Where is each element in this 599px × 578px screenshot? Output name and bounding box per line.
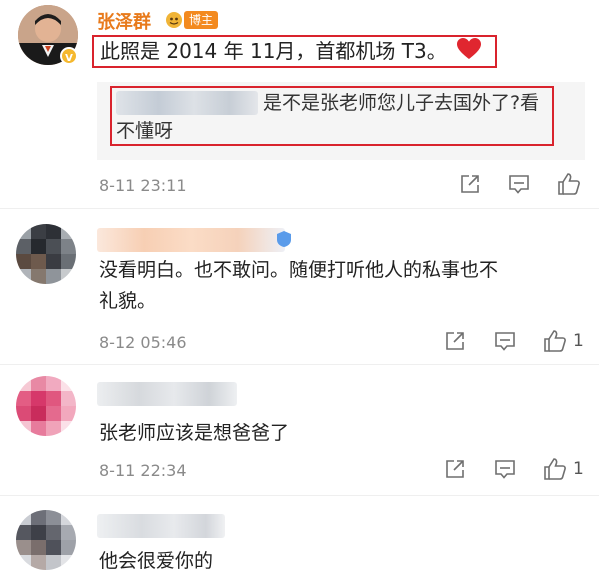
comment-time: 8-12 05:46 xyxy=(99,333,187,352)
share-icon[interactable] xyxy=(458,172,482,196)
like-icon[interactable] xyxy=(542,328,568,354)
comment-text-content: 此照是 2014 年 11月，首都机场 T3。 xyxy=(100,39,447,63)
blogger-badge-label: 博主 xyxy=(184,11,219,29)
red-heart-icon xyxy=(457,38,482,67)
like-count: 1 xyxy=(573,459,584,479)
comment-text: 他会很爱你的 xyxy=(99,550,214,572)
reply-text-content: 是不是张老师您儿子去国外了?看不懂呀 xyxy=(116,92,540,142)
comment-time: 8-11 23:11 xyxy=(99,176,187,195)
avatar[interactable] xyxy=(16,224,76,284)
reply-text: 是不是张老师您儿子去国外了?看不懂呀 xyxy=(116,89,548,145)
share-icon[interactable] xyxy=(443,457,467,481)
comment-icon[interactable] xyxy=(493,457,517,481)
comment-text-line: 礼貌。 xyxy=(99,290,157,312)
share-icon[interactable] xyxy=(443,329,467,353)
blogger-badge: 博主 xyxy=(165,10,219,30)
blogger-badge-icon xyxy=(165,11,183,29)
comment-text: 张老师应该是想爸爸了 xyxy=(99,422,290,444)
comment-text: 没看明白。也不敢问。随便打听他人的私事也不 礼貌。 xyxy=(99,255,579,317)
author-name-blurred[interactable] xyxy=(97,382,237,406)
like-icon[interactable] xyxy=(556,171,582,197)
author-name[interactable]: 张泽群 xyxy=(97,8,151,34)
comment-icon[interactable] xyxy=(493,329,517,353)
comment-time: 8-11 22:34 xyxy=(99,461,187,480)
comment-text: 此照是 2014 年 11月，首都机场 T3。 xyxy=(100,37,482,67)
like-icon[interactable] xyxy=(542,456,568,482)
author-name-blurred[interactable] xyxy=(97,514,225,538)
divider xyxy=(0,364,599,365)
member-icon xyxy=(276,230,292,248)
divider xyxy=(0,495,599,496)
author-name-blurred[interactable] xyxy=(97,228,285,252)
divider xyxy=(0,208,599,209)
comment-text-line: 没看明白。也不敢问。随便打听他人的私事也不 xyxy=(99,259,499,281)
svg-text:V: V xyxy=(65,53,73,64)
avatar[interactable] xyxy=(16,376,76,436)
verified-badge-icon: V xyxy=(60,47,78,65)
avatar[interactable] xyxy=(16,510,76,570)
like-count: 1 xyxy=(573,331,584,351)
comment-icon[interactable] xyxy=(507,172,531,196)
